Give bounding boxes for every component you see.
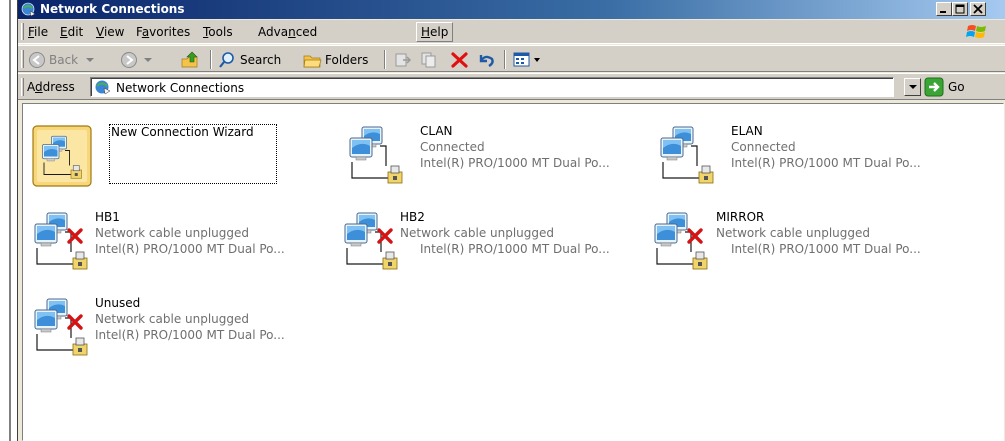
undo-button[interactable] (476, 50, 496, 70)
go-arrow-icon (924, 77, 944, 97)
up-folder-icon (181, 51, 198, 68)
toolbar-separator (384, 50, 386, 69)
go-button[interactable]: Go (924, 77, 965, 97)
menu-help[interactable]: Help (416, 22, 454, 42)
item-device: Intel(R) PRO/1000 MT Dual Po... (420, 242, 610, 256)
item-status: Network cable unplugged (95, 312, 250, 326)
item-device: Intel(R) PRO/1000 MT Dual Po... (731, 156, 921, 170)
item-status: Network cable unplugged (400, 226, 555, 240)
forward-button[interactable] (120, 50, 154, 70)
search-button[interactable]: Search (218, 50, 281, 70)
menu-edit[interactable]: Edit (60, 25, 83, 39)
menu-grip[interactable] (21, 23, 24, 40)
forward-arrow-icon (121, 52, 137, 68)
connections-view[interactable]: New Connection Wizard CLAN Connected Int… (22, 103, 1004, 441)
minimize-icon (940, 11, 946, 13)
maximize-button[interactable] (952, 2, 968, 16)
explorer-window: Network Connections File Edit View Favor… (17, 0, 1005, 441)
copy-to-icon (421, 52, 436, 68)
menu-view[interactable]: View (96, 25, 124, 39)
item-status: Connected (731, 140, 796, 154)
item-status: Network cable unplugged (95, 226, 250, 240)
close-button[interactable] (970, 2, 986, 16)
folders-button[interactable]: Folders (302, 50, 368, 70)
views-dropdown-icon[interactable] (533, 55, 541, 65)
address-grip[interactable] (21, 78, 24, 96)
network-connection-icon (34, 298, 88, 356)
minimize-button[interactable] (936, 2, 952, 16)
delete-button[interactable] (450, 50, 470, 70)
network-connection-icon (349, 126, 403, 184)
item-status: Network cable unplugged (716, 226, 871, 240)
views-button[interactable] (512, 50, 541, 70)
item-status: Connected (420, 140, 485, 154)
network-connections-app-icon (21, 2, 36, 17)
network-connection-icon (34, 212, 88, 270)
item-name: MIRROR (716, 210, 765, 224)
back-arrow-icon (29, 52, 45, 68)
back-button[interactable]: Back (28, 50, 96, 70)
item-name: ELAN (731, 124, 763, 138)
maximize-icon (955, 4, 965, 14)
standard-toolbar: Back Search Folders (18, 45, 1005, 72)
item-name: HB1 (95, 210, 120, 224)
move-to-icon (395, 53, 412, 67)
address-dropdown-button[interactable] (904, 78, 921, 96)
item-name: New Connection Wizard (109, 124, 277, 184)
title-bar[interactable]: Network Connections (18, 0, 1005, 19)
item-name: CLAN (420, 124, 453, 138)
network-connections-address-icon (95, 80, 111, 95)
window-title: Network Connections (40, 2, 185, 16)
item-device: Intel(R) PRO/1000 MT Dual Po... (95, 328, 285, 342)
menu-tools[interactable]: Tools (203, 25, 233, 39)
address-value: Network Connections (116, 81, 245, 95)
search-icon (219, 52, 234, 68)
up-folder-button[interactable] (180, 50, 200, 70)
views-icon (513, 52, 530, 67)
toolbar-grip[interactable] (21, 50, 24, 68)
forward-dropdown-icon[interactable] (142, 55, 154, 65)
connection-wizard-icon (32, 125, 92, 187)
close-icon (973, 4, 983, 14)
item-device: Intel(R) PRO/1000 MT Dual Po... (420, 156, 610, 170)
address-input[interactable]: Network Connections (90, 77, 894, 97)
move-to-button[interactable] (393, 50, 413, 70)
menu-file[interactable]: File (28, 25, 48, 39)
network-connection-icon (660, 126, 714, 184)
toolbar-separator (210, 50, 212, 69)
menu-bar: File Edit View Favorites Tools Advanced … (18, 20, 1005, 44)
network-connection-icon (654, 212, 708, 270)
toolbar-separator (504, 50, 506, 69)
undo-icon (479, 55, 494, 68)
menu-favorites[interactable]: Favorites (136, 25, 190, 39)
delete-icon (451, 52, 468, 68)
item-name: HB2 (400, 210, 425, 224)
back-dropdown-icon[interactable] (84, 55, 96, 65)
desktop-edge (0, 0, 17, 441)
copy-to-button[interactable] (420, 50, 440, 70)
item-name: Unused (95, 296, 141, 310)
address-bar: Address Network Connections Go (18, 73, 1005, 100)
item-device: Intel(R) PRO/1000 MT Dual Po... (95, 242, 285, 256)
folders-icon (303, 55, 322, 68)
chevron-down-icon (909, 85, 917, 89)
address-label: Address (27, 80, 75, 94)
item-device: Intel(R) PRO/1000 MT Dual Po... (731, 242, 921, 256)
windows-logo-icon (966, 25, 986, 38)
menu-advanced[interactable]: Advanced (258, 25, 317, 39)
